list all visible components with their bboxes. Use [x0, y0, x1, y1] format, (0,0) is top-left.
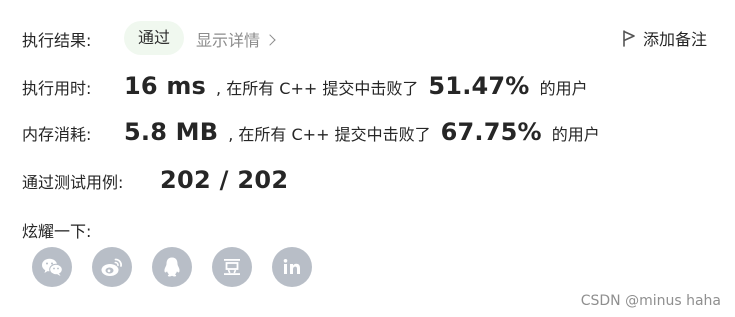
douban-icon [222, 257, 242, 277]
runtime-row: 执行用时: 16 ms , 在所有 C++ 提交中击败了 51.47% 的用户 [22, 72, 588, 106]
result-label: 执行结果: [22, 31, 92, 50]
watermark: CSDN @minus haha [580, 293, 721, 309]
share-qq-button[interactable] [152, 247, 192, 287]
share-douban-button[interactable] [212, 247, 252, 287]
weibo-icon [100, 256, 124, 278]
runtime-middle-text: , 在所有 C++ 提交中击败了 [216, 79, 419, 98]
runtime-value: 16 ms [124, 72, 207, 100]
testcases-row: 通过测试用例: 202 / 202 [22, 166, 288, 200]
share-wechat-button[interactable] [32, 247, 72, 287]
linkedin-icon [282, 258, 302, 276]
runtime-label: 执行用时: [22, 79, 92, 98]
add-note-label: 添加备注 [642, 30, 707, 49]
memory-tail-text: 的用户 [551, 125, 600, 144]
show-details-label: 显示详情 [196, 31, 261, 50]
runtime-tail-text: 的用户 [539, 79, 588, 98]
memory-label: 内存消耗: [22, 125, 92, 144]
flag-icon [621, 29, 637, 47]
status-badge: 通过 [124, 21, 185, 55]
testcases-value: 202 / 202 [160, 166, 289, 194]
share-weibo-button[interactable] [92, 247, 132, 287]
chevron-right-icon [264, 33, 276, 46]
memory-value: 5.8 MB [124, 118, 219, 146]
memory-middle-text: , 在所有 C++ 提交中击败了 [228, 125, 431, 144]
share-buttons [32, 247, 312, 287]
memory-row: 内存消耗: 5.8 MB , 在所有 C++ 提交中击败了 67.75% 的用户 [22, 118, 600, 152]
qq-icon [162, 256, 182, 278]
add-note-button[interactable]: 添加备注 [621, 26, 707, 50]
show-details-link[interactable]: 显示详情 [196, 27, 276, 51]
runtime-percent: 51.47% [428, 72, 530, 100]
memory-percent: 67.75% [440, 118, 542, 146]
share-linkedin-button[interactable] [272, 247, 312, 287]
testcases-label: 通过测试用例: [22, 173, 124, 192]
share-label: 炫耀一下: [22, 222, 92, 241]
wechat-icon [41, 257, 63, 277]
